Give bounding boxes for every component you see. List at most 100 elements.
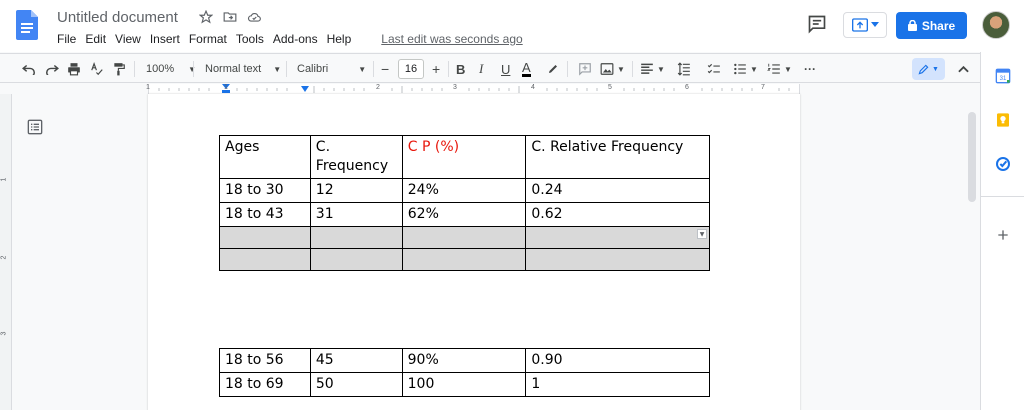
right-indent-marker[interactable] <box>301 86 309 92</box>
keep-icon[interactable] <box>995 112 1011 128</box>
cell-menu-icon[interactable]: ▼ <box>697 229 707 239</box>
add-addon-icon[interactable] <box>995 227 1011 243</box>
table-cell[interactable]: 90% <box>401 348 527 373</box>
table-cell[interactable]: 18 to 30 <box>219 178 311 203</box>
ruler-ticks <box>158 84 790 93</box>
menu-insert[interactable]: Insert <box>150 32 180 46</box>
increase-font-size-button[interactable]: + <box>432 60 440 78</box>
star-icon[interactable] <box>198 9 214 25</box>
edit-mode-button[interactable]: ▼ <box>912 58 945 80</box>
table-cell[interactable]: 18 to 56 <box>219 348 311 373</box>
toolbar: 100%▼ Normal text▼ Calibri▼ − 16 + B I U… <box>0 53 980 83</box>
last-edit-link[interactable]: Last edit was seconds ago <box>381 32 522 46</box>
table-cell[interactable]: 62% <box>401 202 527 227</box>
edit-mode-icon <box>918 64 929 75</box>
chevron-down-icon <box>870 22 879 27</box>
redo-icon[interactable] <box>45 60 59 78</box>
ruler-track: 1 1 2 3 4 5 6 7 <box>146 84 800 94</box>
undo-icon[interactable] <box>22 60 36 78</box>
font-select[interactable]: Calibri ▼ <box>297 60 366 78</box>
comment-icon[interactable] <box>806 14 828 34</box>
avatar[interactable] <box>982 11 1010 39</box>
more-icon[interactable]: ··· <box>804 60 816 78</box>
ruler-number: 1 <box>146 84 150 91</box>
present-button[interactable] <box>843 12 887 38</box>
ruler-number: 4 <box>531 84 535 91</box>
docs-logo-icon[interactable] <box>16 10 38 40</box>
spellcheck-icon[interactable] <box>90 60 104 78</box>
table-cell[interactable] <box>309 248 403 271</box>
side-panel: 31 <box>980 52 1024 410</box>
table-cell[interactable]: 45 <box>309 348 403 373</box>
table-cell[interactable]: 24% <box>401 178 527 203</box>
table-cell[interactable]: Ages <box>219 135 311 179</box>
table-cell[interactable]: 0.24 <box>525 178 710 203</box>
tasks-icon[interactable] <box>995 156 1011 172</box>
table-cell[interactable]: 50 <box>309 372 403 397</box>
highlight-icon[interactable] <box>547 60 559 78</box>
share-button[interactable]: Share <box>896 12 967 39</box>
collapse-icon[interactable] <box>958 60 969 78</box>
menu-view[interactable]: View <box>115 32 141 46</box>
paint-format-icon[interactable] <box>113 60 125 78</box>
table-cell[interactable]: 1 <box>525 372 710 397</box>
line-spacing-icon[interactable] <box>677 60 691 78</box>
table-cell[interactable]: 100 <box>401 372 527 397</box>
table-cell[interactable] <box>219 226 311 249</box>
table-cell[interactable]: 0.62 <box>525 202 710 227</box>
table-cell[interactable]: 18 to 69 <box>219 372 311 397</box>
bulleted-list-icon[interactable]: ▼ <box>733 60 758 78</box>
numbered-list-icon[interactable]: ▼ <box>767 60 792 78</box>
cloud-saved-icon[interactable] <box>246 9 262 25</box>
table-cell[interactable]: C. Relative Frequency <box>525 135 710 179</box>
table-cell[interactable]: C P (%) <box>401 135 527 179</box>
menu-addons[interactable]: Add-ons <box>273 32 318 46</box>
bold-button[interactable]: B <box>456 60 465 78</box>
calendar-icon[interactable]: 31 <box>995 68 1011 84</box>
horizontal-ruler: 1 1 2 3 4 5 6 7 <box>0 84 980 94</box>
table-cell[interactable]: 0.90 <box>525 348 710 373</box>
checklist-icon[interactable] <box>707 60 721 78</box>
table-cell[interactable]: 31 <box>309 202 403 227</box>
table-row: 18 to 43 31 62% 0.62 <box>219 202 710 227</box>
document-page[interactable]: Ages C. Frequency C P (%) C. Relative Fr… <box>148 94 800 410</box>
table-cell[interactable] <box>219 248 311 271</box>
table-cell[interactable] <box>309 226 403 249</box>
table-cell[interactable]: C. Frequency <box>309 135 403 179</box>
align-icon[interactable]: ▼ <box>640 60 665 78</box>
ruler-number: 3 <box>453 84 457 91</box>
vertical-scrollbar[interactable] <box>968 112 976 202</box>
menu-edit[interactable]: Edit <box>85 32 106 46</box>
style-select[interactable]: Normal text ▼ <box>205 60 281 78</box>
ruler-number: 2 <box>376 84 380 91</box>
document-title[interactable]: Untitled document <box>57 9 178 26</box>
move-folder-icon[interactable] <box>222 9 238 25</box>
zoom-select[interactable]: 100%▼ <box>146 60 196 78</box>
lock-icon <box>907 20 917 31</box>
underline-button[interactable]: U <box>501 60 510 78</box>
menu-format[interactable]: Format <box>189 32 227 46</box>
table-cell[interactable] <box>401 226 527 249</box>
font-size-input[interactable]: 16 <box>398 59 424 79</box>
decrease-font-size-button[interactable]: − <box>381 60 389 78</box>
menu-tools[interactable]: Tools <box>236 32 264 46</box>
chevron-down-icon: ▼ <box>358 64 367 74</box>
print-icon[interactable] <box>67 60 81 78</box>
text-color-button[interactable]: A <box>522 60 531 77</box>
document-outline-icon[interactable] <box>27 119 43 135</box>
ruler-number: 1 <box>224 84 228 91</box>
vruler-number: 1 <box>0 177 8 182</box>
table-cell[interactable]: ▼ <box>525 226 710 249</box>
data-table-1[interactable]: Ages C. Frequency C P (%) C. Relative Fr… <box>219 135 710 271</box>
table-cell[interactable]: 18 to 43 <box>219 202 311 227</box>
table-cell[interactable] <box>525 248 710 271</box>
menu-help[interactable]: Help <box>327 32 352 46</box>
data-table-2[interactable]: 18 to 56 45 90% 0.90 18 to 69 50 100 1 <box>219 348 710 397</box>
table-cell[interactable]: 12 <box>309 178 403 203</box>
vruler-number: 2 <box>0 255 8 260</box>
menu-file[interactable]: File <box>57 32 76 46</box>
comment-add-icon[interactable] <box>578 60 592 78</box>
table-cell[interactable] <box>401 248 527 271</box>
image-icon[interactable]: ▼ <box>600 60 625 78</box>
italic-button[interactable]: I <box>479 60 483 78</box>
